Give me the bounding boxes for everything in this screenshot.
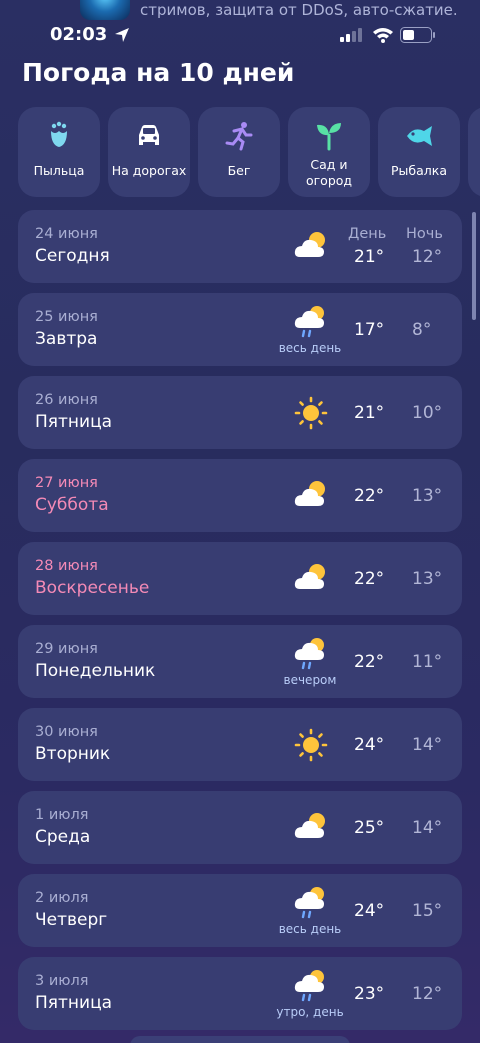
precip-note: вечером — [283, 673, 337, 687]
forecast-row[interactable]: 26 июня Пятница 21° 10° — [18, 376, 462, 449]
flower-icon — [51, 121, 67, 147]
battery-icon — [400, 27, 435, 43]
category-label: Рыбалка — [391, 163, 447, 178]
category-label: На дорогах — [111, 163, 187, 178]
temp-day: 25° — [354, 818, 385, 838]
category-fishing[interactable]: Рыбалка — [378, 107, 460, 197]
partly-cloudy-icon — [294, 232, 325, 257]
temp-night: 14° — [412, 818, 443, 838]
page-title: Погода на 10 дней — [22, 58, 295, 87]
temp-night: 13° — [412, 569, 443, 589]
bottom-button[interactable] — [130, 1036, 350, 1043]
forecast-date: 27 июня — [35, 475, 98, 491]
cloud-rain-icon — [294, 638, 324, 670]
forecast-day: Пятница — [35, 412, 113, 432]
forecast-day: Сегодня — [35, 246, 110, 266]
cellular-signal-icon — [340, 28, 362, 42]
forecast-date: 25 июня — [35, 309, 98, 325]
category-pollen[interactable]: Пыльца — [18, 107, 100, 197]
banner-text: стримов, защита от DDoS, авто-сжатие. — [140, 1, 458, 19]
cloud-rain-icon — [294, 970, 324, 1002]
category-label: Сад и огород — [305, 157, 353, 188]
precip-note: утро, день — [276, 1005, 344, 1019]
status-time: 02:03 — [50, 24, 108, 45]
precip-note: весь день — [278, 341, 342, 355]
category-garden[interactable]: Сад и огород — [288, 107, 370, 197]
running-icon — [225, 122, 253, 151]
temp-night: 11° — [412, 652, 443, 672]
forecast-row[interactable]: 28 июня Воскресенье 22° 13° — [18, 542, 462, 615]
temp-day: 24° — [354, 735, 385, 755]
forecast-date: 3 июля — [35, 973, 89, 989]
temp-night: 10° — [412, 403, 443, 423]
forecast-day: Четверг — [35, 910, 108, 930]
sun-icon — [294, 728, 328, 762]
partly-cloudy-icon — [294, 564, 325, 589]
forecast-date: 24 июня — [35, 226, 98, 242]
temp-night: 13° — [412, 486, 443, 506]
forecast-date: 1 июля — [35, 807, 89, 823]
category-roads[interactable]: На дорогах — [108, 107, 190, 197]
forecast-row[interactable]: 2 июля Четверг весь день 24° 15° — [18, 874, 462, 947]
sun-icon — [294, 396, 328, 430]
temp-night: 12° — [412, 247, 443, 267]
temp-night: 8° — [412, 320, 432, 340]
status-bar: 02:03 — [0, 22, 480, 50]
category-carousel[interactable]: Пыльца На дорогах Бег Сад и огород Рыбал… — [18, 107, 480, 197]
forecast-date: 28 июня — [35, 558, 98, 574]
partly-cloudy-icon — [294, 481, 325, 506]
notification-banner[interactable]: стримов, защита от DDoS, авто-сжатие. — [0, 0, 480, 22]
precip-note: весь день — [278, 922, 342, 936]
forecast-row[interactable]: 29 июня Понедельник вечером 22° 11° — [18, 625, 462, 698]
scrollbar[interactable] — [472, 212, 476, 320]
temp-night: 15° — [412, 901, 443, 921]
forecast-day: Завтра — [35, 329, 98, 349]
wifi-icon — [373, 28, 393, 43]
temp-day: 21° — [354, 247, 385, 267]
forecast-day: Среда — [35, 827, 91, 847]
temp-day: 22° — [354, 486, 385, 506]
temp-night: 12° — [412, 984, 443, 1004]
forecast-row[interactable]: 25 июня Завтра весь день 17° 8° — [18, 293, 462, 366]
category-label: Бег — [227, 163, 251, 178]
category-more[interactable] — [468, 107, 480, 197]
forecast-day: Воскресенье — [35, 578, 150, 598]
temp-night: 14° — [412, 735, 443, 755]
temp-day: 21° — [354, 403, 385, 423]
temp-day: 24° — [354, 901, 385, 921]
forecast-day: Пятница — [35, 993, 113, 1013]
forecast-date: 30 июня — [35, 724, 98, 740]
banner-thumbnail — [80, 0, 130, 20]
forecast-date: 2 июля — [35, 890, 89, 906]
fish-icon — [407, 126, 432, 146]
forecast-row[interactable]: 30 июня Вторник 24° 14° — [18, 708, 462, 781]
sprout-icon — [317, 123, 341, 151]
temp-day: 17° — [354, 320, 385, 340]
forecast-date: 29 июня — [35, 641, 98, 657]
temp-day: 22° — [354, 652, 385, 672]
cloud-rain-icon — [294, 887, 324, 919]
category-running[interactable]: Бег — [198, 107, 280, 197]
temp-day: 23° — [354, 984, 385, 1004]
forecast-row[interactable]: 3 июля Пятница утро, день 23° 12° — [18, 957, 462, 1030]
header-night: Ночь — [406, 226, 443, 242]
partly-cloudy-icon — [294, 813, 325, 838]
forecast-day: Вторник — [35, 744, 111, 764]
forecast-row[interactable]: 27 июня Суббота 22° 13° — [18, 459, 462, 532]
category-label: Пыльца — [33, 163, 85, 178]
temp-day: 22° — [354, 569, 385, 589]
location-arrow-icon — [115, 28, 129, 42]
cloud-rain-icon — [294, 306, 324, 338]
header-day: День — [348, 226, 387, 242]
forecast-day: Понедельник — [35, 661, 156, 681]
forecast-date: 26 июня — [35, 392, 98, 408]
forecast-day: Суббота — [35, 495, 109, 515]
car-icon — [139, 125, 159, 145]
forecast-row[interactable]: 1 июля Среда 25° 14° — [18, 791, 462, 864]
forecast-row[interactable]: 24 июня Сегодня День Ночь 21° 12° — [18, 210, 462, 283]
